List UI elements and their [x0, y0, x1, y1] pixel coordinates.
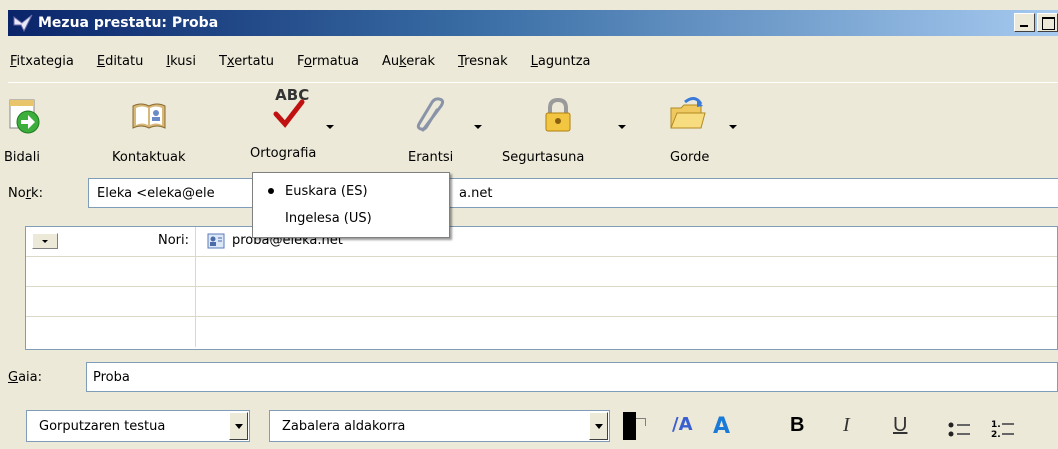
text-color-icon[interactable] [623, 412, 636, 440]
from-field[interactable]: Eleka <eleka@ele a.net [88, 178, 1058, 208]
spelling-language-menu: Euskara (ES) Ingelesa (US) [252, 172, 450, 238]
security-dropdown-arrow[interactable] [618, 125, 626, 129]
minimize-button[interactable] [1014, 13, 1035, 32]
spelling-dropdown-arrow[interactable] [326, 125, 334, 129]
subject-label: Gaia: [8, 369, 43, 385]
recipient-type-dropdown[interactable] [32, 233, 58, 249]
folder-icon [669, 97, 706, 129]
recipient-row-empty[interactable] [26, 287, 1057, 317]
recipient-row-empty[interactable] [26, 257, 1057, 287]
recipient-row[interactable]: Nori: proba@eleka.net [26, 227, 1057, 257]
menu-item-2[interactable]: Ikusi [164, 53, 198, 70]
security-button[interactable]: Segurtasuna [502, 88, 584, 166]
menu-item-6[interactable]: Tresnak [456, 53, 510, 70]
recipient-type-label: Nori: [157, 233, 189, 248]
save-dropdown-arrow[interactable] [729, 125, 737, 129]
lock-icon [545, 97, 571, 132]
subject-field[interactable]: Proba [86, 362, 1058, 392]
window-title: Mezua prestatu: Proba [38, 15, 219, 31]
attach-button[interactable]: Erantsi [408, 88, 453, 166]
save-button[interactable]: Gorde [664, 88, 709, 166]
underline-button[interactable]: U [893, 414, 907, 437]
font-size-increase-icon[interactable]: A [713, 414, 730, 439]
menu-item-euskara[interactable]: Euskara (ES) [253, 179, 449, 203]
address-book-icon [132, 103, 166, 129]
font-size-decrease-icon[interactable]: /A [672, 414, 693, 435]
paperclip-icon [416, 97, 444, 132]
recipients-grid[interactable]: Nori: proba@eleka.net [25, 226, 1058, 350]
spelling-button[interactable]: ABC Ortografia [250, 86, 316, 166]
menu-item-ingelesa[interactable]: Ingelesa (US) [253, 206, 449, 230]
recipient-row-empty[interactable] [26, 317, 1057, 347]
maximize-button[interactable] [1037, 13, 1058, 32]
from-row: Nork: Eleka <eleka@ele a.net [8, 178, 1058, 208]
subject-row: Gaia: Proba [8, 362, 1058, 392]
menu-item-4[interactable]: Formatua [295, 53, 361, 70]
toolbar-separator [8, 82, 1058, 83]
menu-bar: Fitxategia Editatu Ikusi Txertatu Formatua Au… [8, 50, 612, 72]
chevron-down-icon[interactable] [589, 412, 608, 440]
send-button[interactable]: Bidali [4, 88, 46, 166]
font-select[interactable]: Zabalera aldakorra [269, 410, 610, 442]
chevron-down-icon[interactable] [229, 412, 248, 440]
attach-dropdown-arrow[interactable] [474, 125, 482, 129]
menu-item-7[interactable]: Laguntza [529, 53, 593, 70]
menu-item-3[interactable]: Txertatu [217, 53, 276, 70]
from-label: Nork: [8, 185, 43, 201]
menu-item-0[interactable]: Fitxategia [8, 53, 76, 70]
menu-item-5[interactable]: Aukerak [380, 53, 437, 70]
selected-bullet-icon [268, 188, 274, 194]
spell-check-icon: ABC [265, 86, 313, 134]
send-icon [9, 99, 40, 134]
app-icon [13, 14, 33, 33]
menu-item-1[interactable]: Editatu [95, 53, 145, 70]
contacts-button[interactable]: Kontaktuak [112, 88, 186, 166]
svg-text:2.: 2. [991, 430, 1001, 440]
italic-button[interactable]: I [843, 414, 850, 437]
title-bar: Mezua prestatu: Proba [8, 10, 1058, 36]
svg-text:1.: 1. [991, 420, 1001, 430]
numbered-list-icon[interactable]: 1. 2. [990, 418, 1016, 440]
paragraph-style-select[interactable]: Gorputzaren testua [26, 410, 250, 442]
bold-button[interactable]: B [790, 414, 804, 437]
contact-card-icon [207, 233, 225, 249]
bullet-list-icon[interactable] [948, 420, 972, 440]
